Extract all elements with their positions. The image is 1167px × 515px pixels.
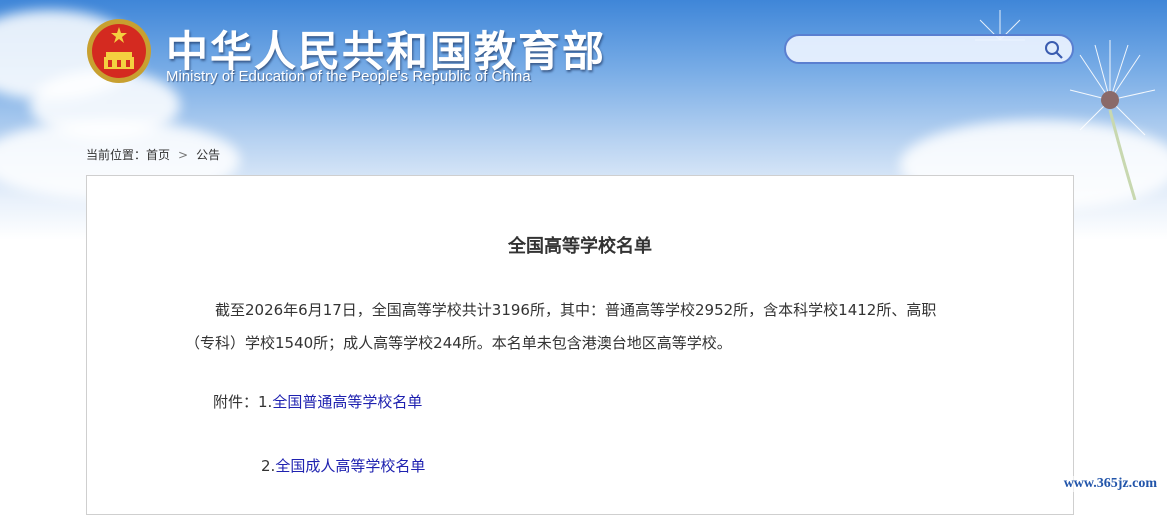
article-paragraph-line1: 截至2026年6月17日，全国高等学校共计3196所，其中：普通高等学校2952… — [215, 301, 937, 319]
article-paragraph-line2: （专科）学校1540所；成人高等学校244所。本名单未包含港澳台地区高等学校。 — [185, 334, 732, 352]
attachment-2-prefix: 2. — [261, 457, 276, 475]
attachment-link-2[interactable]: 全国成人高等学校名单 — [275, 457, 425, 475]
national-emblem-icon — [87, 19, 151, 83]
attachment-row-2: 2.全国成人高等学校名单 — [261, 455, 425, 476]
attachment-row-1: 附件：1.全国普通高等学校名单 — [213, 391, 422, 412]
dandelion-decoration — [1069, 40, 1156, 200]
article-panel: 全国高等学校名单 截至2026年6月17日，全国高等学校共计3196所，其中：普… — [86, 175, 1074, 515]
article-title: 全国高等学校名单 — [508, 236, 652, 257]
search-box — [784, 34, 1074, 64]
attachments-label: 附件： — [213, 393, 259, 411]
breadcrumb: 当前位置：首页 > 公告 — [86, 146, 220, 163]
search-icon[interactable] — [1044, 40, 1064, 60]
attachment-1-prefix: 1. — [258, 393, 273, 411]
site-title-en: Ministry of Education of the People's Re… — [166, 68, 531, 85]
watermark: www.365jz.com — [1061, 476, 1159, 492]
attachment-link-1[interactable]: 全国普通高等学校名单 — [272, 393, 422, 411]
breadcrumb-prefix: 当前位置： — [86, 148, 147, 162]
breadcrumb-separator: > — [178, 148, 189, 162]
search-input[interactable] — [798, 40, 1042, 62]
breadcrumb-home-link[interactable]: 首页 — [146, 148, 170, 162]
breadcrumb-current-link[interactable]: 公告 — [196, 148, 220, 162]
article-paragraph: 截至2026年6月17日，全国高等学校共计3196所，其中：普通高等学校2952… — [185, 294, 985, 360]
